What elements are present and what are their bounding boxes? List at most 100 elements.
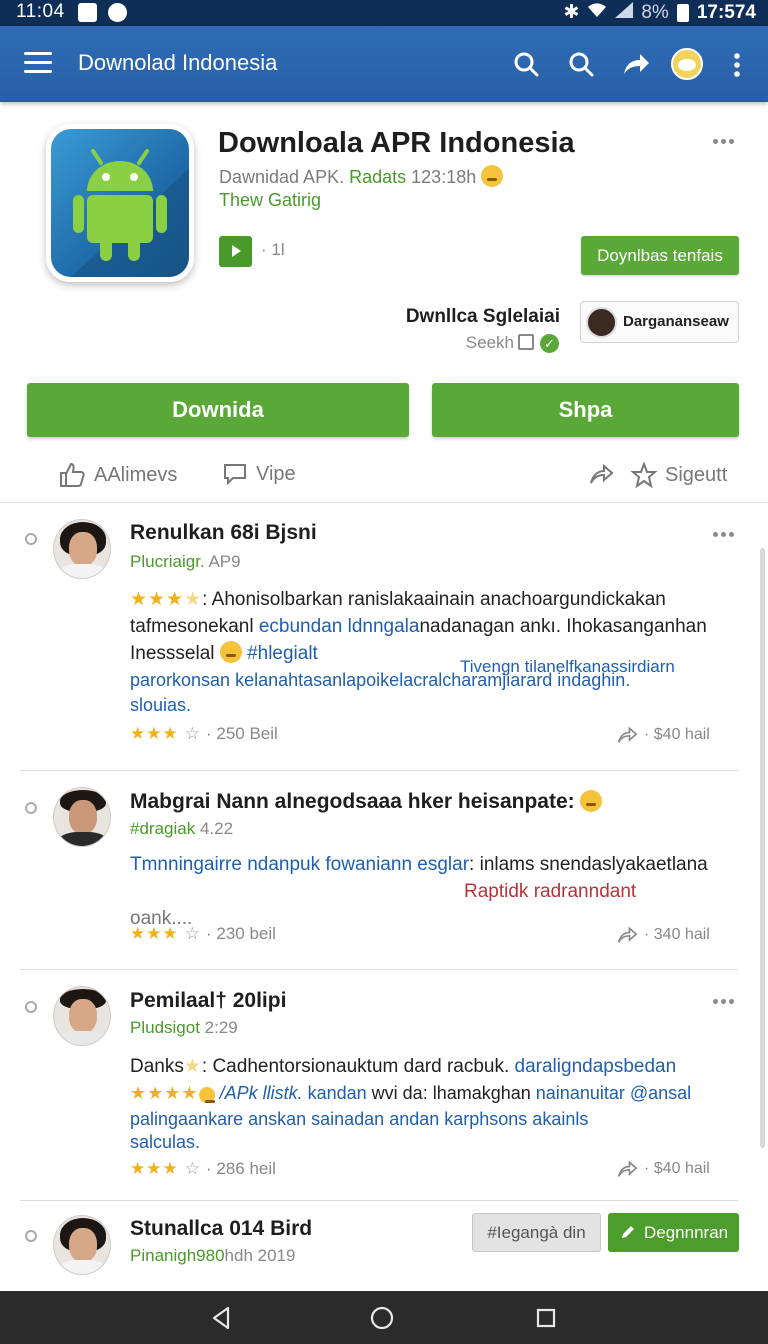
hashtag-link[interactable]: #hlegialt [247,643,318,664]
play-count: · 1l [261,240,285,259]
like-count: · 250 Beil [205,724,278,743]
search-icon-secondary[interactable] [565,48,599,82]
like-action[interactable]: AAlimevs [58,462,177,488]
divider [20,770,738,771]
seller-link-icon [518,334,534,350]
location-pin-icon [25,802,37,814]
review-meta-label: Plucriaigr. [130,552,205,571]
star-outline-icon [631,462,657,488]
review-line: salculas. [130,1132,201,1152]
scrollbar[interactable] [760,548,765,1148]
reviewer-avatar[interactable] [53,519,111,579]
divider [20,1200,738,1201]
reviewer-name: Stunallca 014 Bird [130,1217,313,1240]
home-icon[interactable] [368,1304,396,1332]
actions-row: AAlimevs Vipe Sigeutt [0,456,768,496]
reviewer-name: Pemilaal† 20lipi [130,989,287,1012]
profile-chip[interactable]: Dargananseaw [580,301,739,343]
review-body: ★★★★: Ahonisolbarkan ranislakaainain ana… [130,586,710,716]
view-action[interactable]: Vipe [222,462,296,486]
review-body: Tmnningairre ndanpuk fowaniann esglar: i… [130,851,710,932]
rating-stars: ★★★ [130,924,179,943]
profile-avatar [586,307,617,338]
review-meta: #dragiak 4.22 [130,819,233,839]
review-meta: Pinanigh980hdh 2019 [130,1246,295,1266]
overflow-menu-icon[interactable] [722,48,752,82]
like-action-label: AAlimevs [94,463,178,486]
location-pin-icon [25,533,37,545]
review-share[interactable]: · 340 hail [616,925,710,945]
review-link[interactable]: Tmnningairre ndanpuk fowaniann esglar [130,854,469,875]
review-line: Danks [130,1056,184,1077]
hamburger-menu-icon[interactable] [24,52,52,74]
reviewer-avatar[interactable] [53,1215,111,1275]
design-button[interactable]: Degnnnran [608,1213,739,1252]
wifi-icon [587,2,607,24]
battery-percent: 8% [641,1,669,23]
review-meta: Plucriaigr. AP9 [130,552,241,572]
recents-icon[interactable] [532,1304,560,1332]
review-link[interactable]: Tivengn tilanelfkanassirdiarn [460,653,675,680]
app-subtitle-prefix: Dawnidad APK. [219,167,345,187]
secondary-button[interactable]: Shpa [432,383,739,437]
share-count: · $40 hail [644,1160,710,1177]
user-avatar-icon[interactable] [671,48,703,80]
review-line: : Ahonisolbarkan ranislakaainain anachoa… [202,589,666,610]
share-count: · $40 hail [644,726,710,743]
review-link[interactable]: ecbundan ldnngala [259,616,420,637]
review-meta-label: #dragiak [130,819,196,838]
app-more-icon[interactable] [713,139,739,147]
search-icon[interactable] [510,48,544,82]
pencil-icon [622,1226,634,1238]
review-more-icon[interactable] [713,532,739,540]
bluetooth-icon: ✱ [563,2,580,23]
reviewer-avatar[interactable] [53,986,111,1046]
share-icon[interactable] [618,48,652,82]
review-share[interactable]: · $40 hail [616,1159,710,1179]
app-subtitle: Dawnidad APK. Radats 123:18h [219,165,504,188]
location-pin-icon [25,1230,37,1242]
reviewer-avatar[interactable] [53,787,111,847]
review-footer: ★★★ ☆ · 250 Beil [130,724,278,744]
review-link[interactable]: kandan [308,1083,367,1103]
empty-star-icon: ☆ [184,724,200,743]
rating-stars: ★★★ [130,1159,179,1178]
save-action[interactable]: Sigeutt [631,462,727,488]
back-icon[interactable] [208,1304,236,1332]
share-arrow-icon [617,1160,638,1177]
review-link[interactable]: daraligndapsbedan [515,1056,677,1077]
status-clock: 17:574 [696,1,756,23]
primary-download-button[interactable]: Downida [27,383,409,437]
like-count: · 230 beil [205,924,276,943]
like-count: · 286 heil [205,1159,276,1178]
review-meta-value: 2:29 [204,1018,238,1037]
review-highlight[interactable]: Raptidk radranndant [130,878,710,905]
system-nav-bar [0,1291,768,1344]
review-more-icon[interactable] [713,999,739,1007]
share-arrow-icon [617,926,638,943]
review-link[interactable]: nainanuitar @ansal [536,1083,691,1103]
profile-chip-label: Dargananseaw [623,313,729,330]
share-action[interactable] [588,462,614,486]
signal-icon [615,1,634,24]
play-preview-button[interactable] [219,236,252,267]
review-meta-value: 4.22 [199,819,234,838]
tag-button[interactable]: #Iegangà din [472,1213,601,1252]
review-link[interactable]: palingaankare anskan sainadan andan karp… [130,1107,720,1131]
reviewer-name: Mabgrai Nann alnegodsaaa hker heisanpate… [130,790,603,814]
app-subtitle-suffix: 123:18h [411,167,477,187]
review-meta-value: AP9 [208,552,241,571]
empty-star-icon: ☆ [184,1159,200,1178]
divider [0,502,768,503]
comment-icon [224,464,246,486]
seller-name: Dwnllca Sglelaiai [405,306,560,327]
rating-stars: ★★★ [130,724,179,743]
review-meta-label: Pinanigh980 [130,1246,225,1265]
smile-emoji-icon [481,165,504,187]
review-link[interactable]: /APk llistk. [220,1083,303,1103]
review-share[interactable]: · $40 hail [616,725,710,745]
app-developer[interactable]: Thew Gatirig [219,190,321,211]
download-details-button[interactable]: Doynlbas tenfais [581,236,739,275]
review-meta: Pludsigot 2:29 [130,1018,238,1038]
status-time: 11:04 [16,1,65,22]
